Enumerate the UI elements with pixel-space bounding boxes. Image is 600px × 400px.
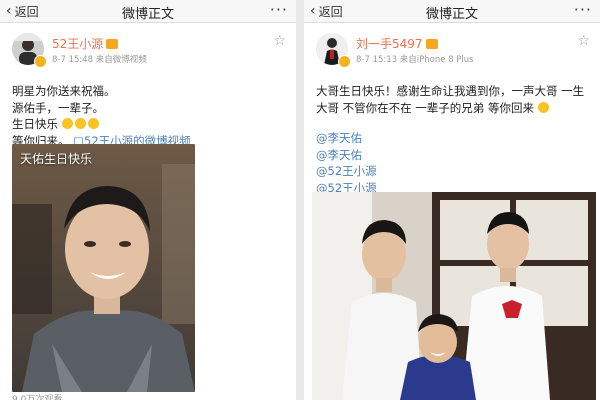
video-thumbnail[interactable]: 天佑生日快乐 — [12, 144, 195, 392]
post-text: 明星为你送来祝福。 源佑手，一辈子。 生日快乐 等你归来。 □52王小源的微博视… — [12, 83, 284, 149]
vip-crown-icon — [425, 38, 438, 49]
more-icon[interactable]: ··· — [270, 0, 288, 19]
verified-badge-icon — [34, 55, 47, 68]
emoji-icon — [61, 118, 73, 129]
username: 52王小源 — [52, 37, 104, 51]
emoji-icon — [74, 118, 86, 129]
text-line: 大哥生日快乐！感谢生命让我遇到你，一声大哥 一生 — [316, 84, 585, 98]
video-caption: 天佑生日快乐 — [20, 152, 93, 166]
text-line: 生日快乐 — [12, 116, 284, 133]
mention-link[interactable]: @李天佑 — [316, 147, 588, 164]
more-icon[interactable]: ··· — [574, 0, 592, 19]
post-header: 52王小源 8-7 15:48 来自微博视频 ☆ — [0, 33, 296, 77]
vip-crown-icon — [106, 38, 119, 49]
weibo-post-right: ‹ 返回 微博正文 ··· 刘一手5497 8-7 15:13 来自iPhone… — [304, 0, 600, 400]
verified-badge-icon — [338, 55, 351, 68]
username-link[interactable]: 刘一手5497 — [356, 35, 438, 52]
emoji-icon — [537, 101, 549, 113]
text-line: 源佑手，一辈子。 — [12, 100, 104, 115]
star-icon[interactable]: ☆ — [273, 33, 286, 49]
nav-bar: ‹ 返回 微博正文 ··· — [304, 0, 600, 23]
username: 刘一手5497 — [356, 37, 423, 51]
post-source: 来自微博视频 — [95, 55, 147, 65]
post-time: 8-7 15:48 — [52, 55, 94, 65]
post-source: 来自iPhone 8 Plus — [399, 55, 474, 65]
text-fragment: 大哥 不管你在不在 一辈子的兄弟 等你回来 — [316, 100, 534, 115]
view-count: 9.0万次观看 — [12, 395, 63, 400]
mention-link[interactable]: @52王小源 — [316, 163, 588, 180]
page-title: 微博正文 — [121, 7, 174, 22]
page-title: 微博正文 — [425, 7, 478, 22]
post-meta: 8-7 15:48 来自微博视频 — [52, 53, 147, 65]
text-line: 大哥 不管你在不在 一辈子的兄弟 等你回来 — [316, 100, 588, 117]
mention-link[interactable]: @李天佑 — [316, 130, 588, 147]
weibo-post-left: ‹ 返回 微博正文 ··· 52王小源 8-7 15:48 来自微博视频 ☆ 明… — [0, 0, 296, 400]
post-photo[interactable] — [312, 192, 596, 400]
emoji-icon — [87, 118, 99, 129]
star-icon[interactable]: ☆ — [577, 33, 590, 49]
username-link[interactable]: 52王小源 — [52, 35, 119, 52]
text-line: 明星为你送来祝福。 — [12, 84, 116, 98]
text-fragment: 生日快乐 — [12, 117, 58, 131]
post-meta: 8-7 15:13 来自iPhone 8 Plus — [356, 53, 474, 65]
post-time: 8-7 15:13 — [356, 55, 398, 65]
post-header: 刘一手5497 8-7 15:13 来自iPhone 8 Plus ☆ — [304, 33, 600, 77]
nav-bar: ‹ 返回 微博正文 ··· — [0, 0, 296, 23]
post-text: 大哥生日快乐！感谢生命让我遇到你，一声大哥 一生 大哥 不管你在不在 一辈子的兄… — [316, 83, 588, 196]
